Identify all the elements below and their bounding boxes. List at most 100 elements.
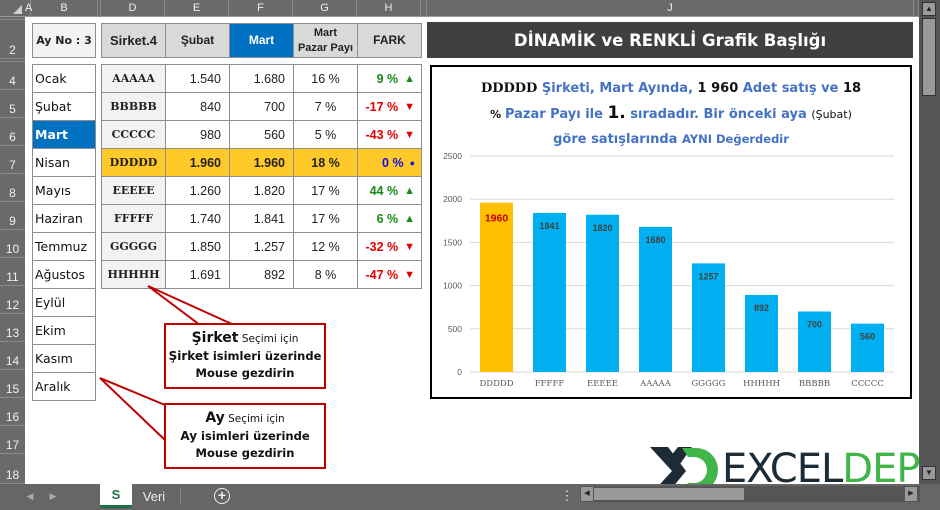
month-number-label: Ay No : 3: [32, 23, 96, 58]
company-cell[interactable]: HHHHH: [101, 260, 166, 289]
month-item[interactable]: Mart: [32, 120, 96, 149]
tab-split-handle[interactable]: ⋮: [561, 484, 574, 508]
previous-sheet-arrow-icon[interactable]: ◀: [22, 484, 38, 508]
month-callout-line3: Mouse gezdirin: [195, 446, 295, 460]
row-header[interactable]: 4: [0, 62, 25, 90]
arrow-down-icon: ▼: [404, 128, 415, 141]
difference-value: -32 %: [365, 239, 399, 254]
month-item[interactable]: Temmuz: [32, 232, 96, 261]
row-header[interactable]: 15: [0, 370, 25, 398]
month-item[interactable]: Şubat: [32, 92, 96, 121]
column-header-bar: A B C D E F G H I J K: [0, 0, 940, 17]
current-month-sales-cell: 700: [229, 92, 294, 121]
company-cell[interactable]: BBBBB: [101, 92, 166, 121]
scroll-left-arrow-icon[interactable]: ◀: [581, 487, 593, 501]
company-cell[interactable]: AAAAA: [101, 64, 166, 93]
month-item[interactable]: Kasım: [32, 344, 96, 373]
month-item[interactable]: Haziran: [32, 204, 96, 233]
company-cell[interactable]: GGGGG: [101, 232, 166, 261]
row-header[interactable]: 10: [0, 230, 25, 258]
add-sheet-button[interactable]: +: [212, 484, 232, 508]
x-category-label: HHHHH: [743, 379, 780, 389]
company-callout-line2-text: isimleri üzerinde: [208, 349, 322, 363]
month-item[interactable]: Eylül: [32, 288, 96, 317]
column-header-h[interactable]: H: [357, 0, 421, 17]
sheet-tab-veri[interactable]: Veri: [135, 484, 173, 508]
month-callout-small: Seçimi için: [224, 413, 285, 425]
row-header[interactable]: 2: [0, 20, 25, 59]
market-share-header: Mart Pazar Payı: [293, 23, 358, 58]
y-tick-label: 1000: [443, 281, 462, 291]
month-item[interactable]: Nisan: [32, 148, 96, 177]
current-month-sales-cell: 1.960: [229, 148, 294, 177]
row-header[interactable]: 11: [0, 258, 25, 286]
scroll-right-arrow-icon[interactable]: ▶: [905, 487, 917, 501]
company-callout-line1: Şirket Seçimi için: [166, 330, 324, 348]
x-category-label: FFFFF: [535, 379, 565, 389]
month-item[interactable]: Ekim: [32, 316, 96, 345]
row-header[interactable]: 8: [0, 174, 25, 202]
company-cell[interactable]: CCCCC: [101, 120, 166, 149]
difference-cell: 0 % ●: [357, 148, 422, 177]
row-header[interactable]: 14: [0, 342, 25, 370]
company-callout-line3: Mouse gezdirin: [195, 366, 295, 380]
company-cell[interactable]: FFFFF: [101, 204, 166, 233]
prev-month-sales-cell: 1.960: [165, 148, 230, 177]
month-item[interactable]: Mayıs: [32, 176, 96, 205]
column-header-f[interactable]: F: [229, 0, 293, 17]
chart-area[interactable]: DDDDD Şirketi, Mart Ayında, 1 960 Adet s…: [430, 65, 912, 399]
next-sheet-arrow-icon[interactable]: ▶: [45, 484, 61, 508]
arrow-down-icon: ▼: [404, 100, 415, 113]
column-header-e[interactable]: E: [165, 0, 229, 17]
bar[interactable]: [639, 226, 672, 372]
prev-month-header: Şubat: [165, 23, 230, 58]
column-header-b[interactable]: B: [31, 0, 98, 17]
row-header[interactable]: 16: [0, 398, 25, 426]
market-share-cell: 7 %: [293, 92, 358, 121]
vertical-scroll-thumb[interactable]: [922, 18, 936, 96]
column-header-j[interactable]: J: [427, 0, 914, 17]
tab-divider: [180, 488, 181, 504]
y-tick-label: 2500: [443, 151, 462, 161]
bar[interactable]: [586, 214, 619, 372]
current-month-sales-cell: 892: [229, 260, 294, 289]
row-header[interactable]: 5: [0, 90, 25, 118]
market-share-cell: 5 %: [293, 120, 358, 149]
x-category-label: EEEEE: [587, 379, 618, 389]
select-all-button[interactable]: [0, 0, 25, 17]
company-callout-line2: Şirket isimleri üzerinde: [166, 348, 324, 365]
company-cell[interactable]: DDDDD: [101, 148, 166, 177]
horizontal-scroll-thumb[interactable]: [594, 488, 744, 500]
bar[interactable]: [480, 202, 513, 372]
current-month-sales-cell: 1.680: [229, 64, 294, 93]
arrow-down-icon: ▼: [404, 240, 415, 253]
month-callout-line2-text: isimleri üzerinde: [197, 429, 310, 443]
column-header-g[interactable]: G: [293, 0, 357, 17]
current-month-header: Mart: [229, 23, 294, 58]
company-cell[interactable]: EEEEE: [101, 176, 166, 205]
column-header-d[interactable]: D: [101, 0, 165, 17]
row-header[interactable]: 13: [0, 314, 25, 342]
row-header[interactable]: 7: [0, 146, 25, 174]
current-month-sales-cell: 1.257: [229, 232, 294, 261]
scroll-down-arrow-icon[interactable]: ▼: [922, 466, 936, 480]
month-item[interactable]: Aralık: [32, 372, 96, 401]
row-header[interactable]: 17: [0, 426, 25, 454]
chart-header-title: DİNAMİK ve RENKLİ Grafik Başlığı: [427, 22, 913, 58]
arrow-up-icon: ▲: [404, 184, 415, 197]
bar[interactable]: [533, 212, 566, 372]
row-header[interactable]: 6: [0, 118, 25, 146]
row-header[interactable]: 12: [0, 286, 25, 314]
company-callout-line2-big: Şirket: [168, 349, 209, 363]
month-item[interactable]: Ocak: [32, 64, 96, 93]
horizontal-scrollbar[interactable]: ◀ ▶: [580, 486, 920, 502]
sheet-tab-s[interactable]: S: [100, 484, 132, 508]
vertical-scrollbar[interactable]: ▲ ▼: [919, 0, 940, 484]
month-item[interactable]: Ağustos: [32, 260, 96, 289]
scroll-up-arrow-icon[interactable]: ▲: [922, 2, 936, 16]
row-header[interactable]: 9: [0, 202, 25, 230]
month-callout-line1: Ay Seçimi için: [166, 410, 324, 428]
prev-month-sales-cell: 840: [165, 92, 230, 121]
arrow-up-icon: ▲: [404, 212, 415, 225]
row-header[interactable]: 18: [0, 454, 25, 484]
